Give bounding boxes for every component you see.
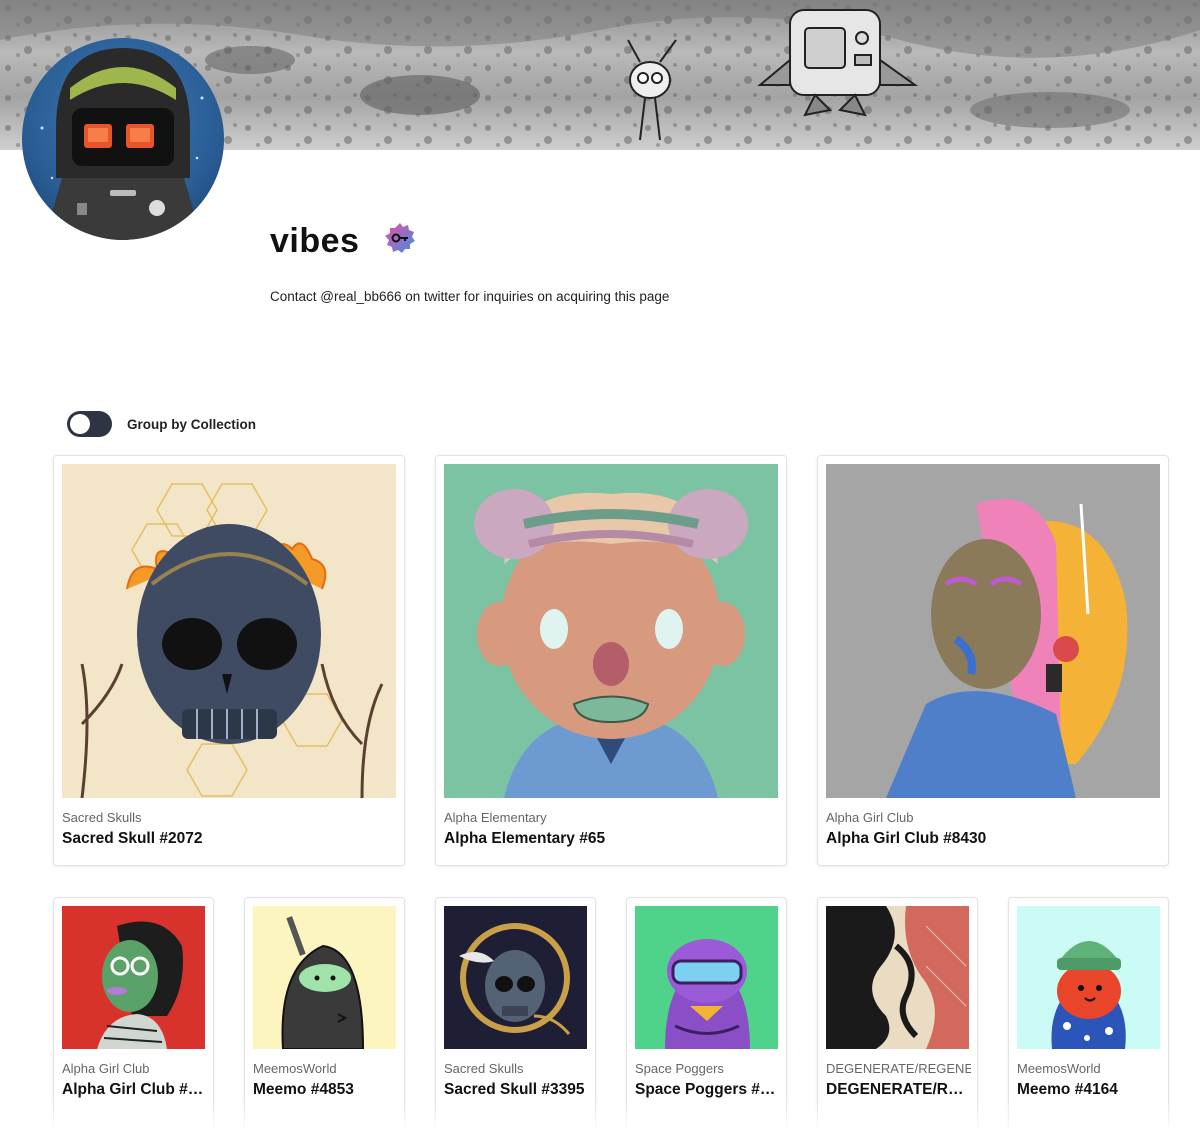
profile-name: vibes [270,222,360,260]
nft-image [253,906,396,1049]
group-by-collection-toggle[interactable] [67,411,112,437]
card-title: Meemo #4164 [1017,1081,1118,1098]
card-collection-name: Alpha Elementary [444,810,547,825]
nft-card[interactable]: Alpha Girl Club Alpha Girl Club #8... [53,897,214,1128]
card-collection-name: Alpha Girl Club [62,1061,150,1076]
card-title: Space Poggers #1... [635,1081,780,1098]
card-collection-name: MeemosWorld [1017,1061,1101,1076]
nft-card[interactable]: MeemosWorld Meemo #4853 [244,897,405,1128]
nft-image [1017,906,1160,1049]
card-collection-name: DEGENERATE/REGENERATE [826,1061,971,1076]
profile-bio: Contact @real_bb666 on twitter for inqui… [270,289,670,304]
card-collection-name: Space Poggers [635,1061,724,1076]
card-title: Meemo #4853 [253,1081,354,1098]
card-title: Sacred Skull #3395 [444,1081,585,1098]
card-collection-name: Alpha Girl Club [826,810,914,825]
card-title: Alpha Girl Club #8... [62,1081,207,1098]
nft-card[interactable]: DEGENERATE/REGENERATE DEGENERATE/RE... [817,897,978,1128]
nft-image [444,464,778,798]
nft-card[interactable]: Space Poggers Space Poggers #1... [626,897,787,1128]
nft-image [826,906,969,1049]
card-title: Alpha Girl Club #8430 [826,830,987,847]
nft-card[interactable]: Sacred Skulls Sacred Skull #3395 [435,897,596,1128]
nft-image [62,464,396,798]
profile-avatar [22,38,224,240]
nft-card[interactable]: Alpha Girl Club Alpha Girl Club #8430 [817,455,1169,866]
card-collection-name: Sacred Skulls [444,1061,524,1076]
card-collection-name: Sacred Skulls [62,810,142,825]
nft-card[interactable]: Sacred Skulls Sacred Skull #2072 [53,455,405,866]
nft-card[interactable]: Alpha Elementary Alpha Elementary #65 [435,455,787,866]
nft-image [635,906,778,1049]
card-title: DEGENERATE/RE... [826,1081,971,1098]
card-collection-name: MeemosWorld [253,1061,337,1076]
nft-image [826,464,1160,798]
robot-avatar-illustration [40,48,204,240]
nft-card[interactable]: MeemosWorld Meemo #4164 [1008,897,1169,1128]
verified-key-icon [384,222,416,254]
nft-image [444,906,587,1049]
card-title: Alpha Elementary #65 [444,830,606,847]
card-title: Sacred Skull #2072 [62,830,203,847]
group-by-collection-label: Group by Collection [127,417,257,432]
nft-image [62,906,205,1049]
toggle-knob [70,414,90,434]
